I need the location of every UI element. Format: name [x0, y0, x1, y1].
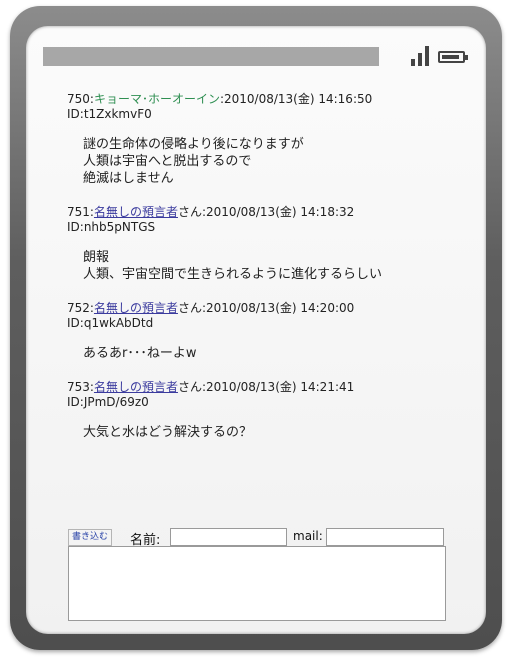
post-datetime: 2010/08/13(金) 14:21:41 — [206, 380, 355, 394]
post-body: 大気と水はどう解決するの？ — [83, 424, 467, 441]
post-line: 大気と水はどう解決するの？ — [83, 425, 253, 440]
poster-suffix: さん — [177, 301, 202, 315]
poster-name-link[interactable]: 名無しの預言者 — [94, 301, 178, 315]
mail-field[interactable] — [326, 528, 444, 546]
post-datetime: 2010/08/13(金) 14:20:00 — [206, 301, 355, 315]
post: 752:名無しの預言者さん:2010/08/13(金) 14:20:00 ID:… — [67, 301, 467, 362]
post-line: 朗報 — [83, 250, 110, 265]
post-id: ID:q1wkAbDtd — [67, 316, 154, 330]
poster-name-link[interactable]: 名無しの預言者 — [94, 380, 178, 394]
status-bar — [43, 47, 379, 66]
post-line: 絶滅はしません — [83, 171, 174, 186]
battery-icon — [438, 51, 468, 63]
post-line: 謎の生命体の侵略より後になりますが — [83, 137, 304, 152]
post-number: 751 — [67, 205, 90, 219]
mail-label: mail: — [293, 529, 323, 543]
post: 750:キョーマ･ホーオーイン:2010/08/13(金) 14:16:50 I… — [67, 92, 467, 187]
post-body: あるあr･･･ねーよw — [83, 345, 467, 362]
post-id: ID:nhb5pNTGS — [67, 220, 156, 234]
post-header: 752:名無しの預言者さん:2010/08/13(金) 14:20:00 — [67, 301, 355, 315]
post-number: 752 — [67, 301, 90, 315]
post-number: 750 — [67, 92, 90, 106]
post-header: 753:名無しの預言者さん:2010/08/13(金) 14:21:41 — [67, 380, 355, 394]
post-body: 謎の生命体の侵略より後になりますが 人類は宇宙へと脱出するので 絶滅はしません — [83, 136, 467, 187]
poster-suffix: さん — [177, 205, 202, 219]
message-textarea[interactable] — [68, 546, 446, 621]
post-line: 人類、宇宙空間で生きられるように進化するらしい — [83, 267, 383, 282]
post-id: ID:t1ZxkmvF0 — [67, 107, 152, 121]
poster-suffix: さん — [177, 380, 202, 394]
post-header: 750:キョーマ･ホーオーイン:2010/08/13(金) 14:16:50 — [67, 92, 373, 106]
poster-name: キョーマ･ホーオーイン — [93, 92, 220, 106]
post-body: 朗報 人類、宇宙空間で生きられるように進化するらしい — [83, 249, 467, 283]
post-header: 751:名無しの預言者さん:2010/08/13(金) 14:18:32 — [67, 205, 355, 219]
thread: 750:キョーマ･ホーオーイン:2010/08/13(金) 14:16:50 I… — [67, 92, 467, 459]
post-id: ID:JPmD/69z0 — [67, 395, 149, 409]
post-number: 753 — [67, 380, 90, 394]
post-datetime: 2010/08/13(金) 14:18:32 — [206, 205, 355, 219]
post-line: 人類は宇宙へと脱出するので — [83, 154, 252, 169]
reply-form: 書き込む 名前: mail: — [68, 528, 448, 548]
poster-name-link[interactable]: 名無しの預言者 — [94, 205, 178, 219]
name-field[interactable] — [170, 528, 287, 546]
submit-button[interactable]: 書き込む — [68, 529, 113, 546]
post-datetime: 2010/08/13(金) 14:16:50 — [224, 92, 373, 106]
post: 751:名無しの預言者さん:2010/08/13(金) 14:18:32 ID:… — [67, 205, 467, 283]
post-line: あるあr･･･ねーよw — [83, 346, 197, 361]
signal-icon — [409, 44, 431, 66]
post: 753:名無しの預言者さん:2010/08/13(金) 14:21:41 ID:… — [67, 380, 467, 441]
